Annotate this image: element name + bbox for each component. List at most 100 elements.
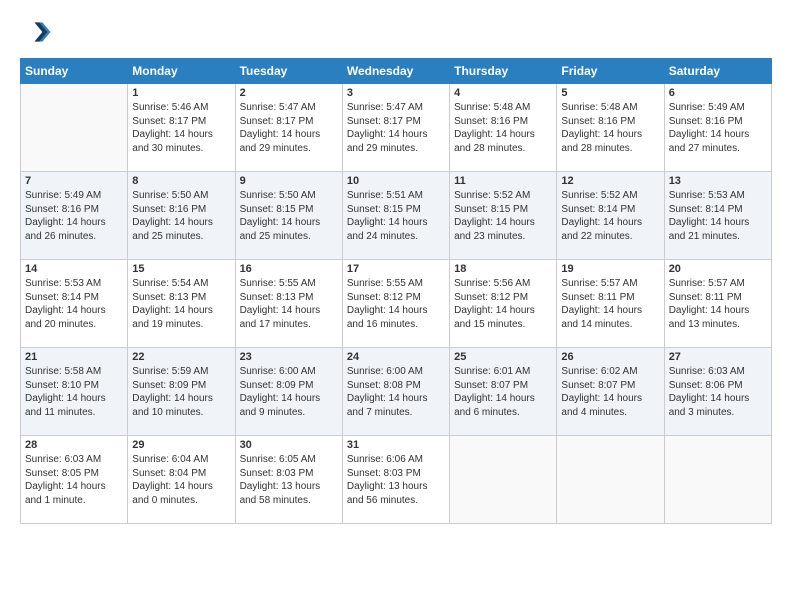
calendar-cell: 31Sunrise: 6:06 AM Sunset: 8:03 PM Dayli… [342,436,449,524]
day-number: 31 [347,439,445,451]
calendar-cell: 9 Sunrise: 5:50 AM Sunset: 8:15 PM Daylig… [235,172,342,260]
calendar-cell: 26Sunrise: 6:02 AM Sunset: 8:07 PM Dayli… [557,348,664,436]
cell-content: Sunrise: 5:58 AM Sunset: 8:10 PM Dayligh… [25,365,123,419]
calendar-cell: 21 Sunrise: 5:58 AM Sunset: 8:10 PM Dayli… [21,348,128,436]
calendar-cell: 3 Sunrise: 5:47 AM Sunset: 8:17 PM Daylig… [342,84,449,172]
cell-content: Sunrise: 5:51 AM Sunset: 8:15 PM Dayligh… [347,189,445,243]
calendar-cell [21,84,128,172]
cell-content: Sunrise: 5:53 AM Sunset: 8:14 PM Dayligh… [669,189,767,243]
calendar-cell: 10 Sunrise: 5:51 AM Sunset: 8:15 PM Dayli… [342,172,449,260]
day-number: 20 [669,263,767,275]
cell-content: Sunrise: 5:55 AM Sunset: 8:12 PM Dayligh… [347,277,445,331]
cell-content: Sunrise: 6:04 AM Sunset: 8:04 PM Dayligh… [132,453,230,507]
day-number: 19 [561,263,659,275]
day-number: 22 [132,351,230,363]
col-header-tuesday: Tuesday [235,59,342,84]
logo-icon [20,16,52,48]
week-row-5: 28 Sunrise: 6:03 AM Sunset: 8:05 PM Dayli… [21,436,772,524]
calendar-table: SundayMondayTuesdayWednesdayThursdayFrid… [20,58,772,524]
cell-content: Sunrise: 6:00 AM Sunset: 8:09 PM Dayligh… [240,365,338,419]
calendar-cell: 20Sunrise: 5:57 AM Sunset: 8:11 PM Dayli… [664,260,771,348]
calendar-cell: 4 Sunrise: 5:48 AM Sunset: 8:16 PM Daylig… [450,84,557,172]
day-number: 5 [561,87,659,99]
calendar-cell: 12Sunrise: 5:52 AM Sunset: 8:14 PM Dayli… [557,172,664,260]
calendar-cell: 15 Sunrise: 5:54 AM Sunset: 8:13 PM Dayli… [128,260,235,348]
day-number: 15 [132,263,230,275]
day-number: 25 [454,351,552,363]
cell-content: Sunrise: 6:03 AM Sunset: 8:05 PM Dayligh… [25,453,123,507]
calendar-cell [557,436,664,524]
cell-content: Sunrise: 5:59 AM Sunset: 8:09 PM Dayligh… [132,365,230,419]
day-number: 3 [347,87,445,99]
calendar-cell: 28 Sunrise: 6:03 AM Sunset: 8:05 PM Dayli… [21,436,128,524]
cell-content: Sunrise: 6:03 AM Sunset: 8:06 PM Dayligh… [669,365,767,419]
col-header-wednesday: Wednesday [342,59,449,84]
calendar-cell: 17 Sunrise: 5:55 AM Sunset: 8:12 PM Dayli… [342,260,449,348]
calendar-cell: 27 Sunrise: 6:03 AM Sunset: 8:06 PM Dayli… [664,348,771,436]
calendar-cell: 8 Sunrise: 5:50 AM Sunset: 8:16 PM Daylig… [128,172,235,260]
day-number: 1 [132,87,230,99]
col-header-thursday: Thursday [450,59,557,84]
calendar-cell: 14 Sunrise: 5:53 AM Sunset: 8:14 PM Dayli… [21,260,128,348]
calendar-cell: 2Sunrise: 5:47 AM Sunset: 8:17 PM Daylig… [235,84,342,172]
header [20,16,772,48]
week-row-2: 7Sunrise: 5:49 AM Sunset: 8:16 PM Daylig… [21,172,772,260]
cell-content: Sunrise: 5:49 AM Sunset: 8:16 PM Dayligh… [669,101,767,155]
cell-content: Sunrise: 5:53 AM Sunset: 8:14 PM Dayligh… [25,277,123,331]
cell-content: Sunrise: 5:55 AM Sunset: 8:13 PM Dayligh… [240,277,338,331]
calendar-cell: 18Sunrise: 5:56 AM Sunset: 8:12 PM Dayli… [450,260,557,348]
day-number: 24 [347,351,445,363]
day-number: 8 [132,175,230,187]
col-header-monday: Monday [128,59,235,84]
col-header-saturday: Saturday [664,59,771,84]
cell-content: Sunrise: 5:56 AM Sunset: 8:12 PM Dayligh… [454,277,552,331]
page: SundayMondayTuesdayWednesdayThursdayFrid… [0,0,792,534]
calendar-cell: 16 Sunrise: 5:55 AM Sunset: 8:13 PM Dayli… [235,260,342,348]
cell-content: Sunrise: 6:00 AM Sunset: 8:08 PM Dayligh… [347,365,445,419]
cell-content: Sunrise: 5:49 AM Sunset: 8:16 PM Dayligh… [25,189,123,243]
day-number: 23 [240,351,338,363]
calendar-cell: 19 Sunrise: 5:57 AM Sunset: 8:11 PM Dayli… [557,260,664,348]
day-number: 12 [561,175,659,187]
col-header-friday: Friday [557,59,664,84]
day-number: 10 [347,175,445,187]
calendar-cell: 24 Sunrise: 6:00 AM Sunset: 8:08 PM Dayli… [342,348,449,436]
week-row-4: 21 Sunrise: 5:58 AM Sunset: 8:10 PM Dayli… [21,348,772,436]
day-number: 4 [454,87,552,99]
day-number: 26 [561,351,659,363]
week-row-3: 14 Sunrise: 5:53 AM Sunset: 8:14 PM Dayli… [21,260,772,348]
day-number: 27 [669,351,767,363]
calendar-cell [664,436,771,524]
cell-content: Sunrise: 6:05 AM Sunset: 8:03 PM Dayligh… [240,453,338,507]
calendar-cell: 30 Sunrise: 6:05 AM Sunset: 8:03 PM Dayli… [235,436,342,524]
cell-content: Sunrise: 5:48 AM Sunset: 8:16 PM Dayligh… [454,101,552,155]
logo [20,16,56,48]
cell-content: Sunrise: 5:50 AM Sunset: 8:16 PM Dayligh… [132,189,230,243]
calendar-cell: 29 Sunrise: 6:04 AM Sunset: 8:04 PM Dayli… [128,436,235,524]
cell-content: Sunrise: 5:48 AM Sunset: 8:16 PM Dayligh… [561,101,659,155]
header-row: SundayMondayTuesdayWednesdayThursdayFrid… [21,59,772,84]
cell-content: Sunrise: 5:54 AM Sunset: 8:13 PM Dayligh… [132,277,230,331]
calendar-cell: 11Sunrise: 5:52 AM Sunset: 8:15 PM Dayli… [450,172,557,260]
day-number: 21 [25,351,123,363]
day-number: 13 [669,175,767,187]
day-number: 28 [25,439,123,451]
cell-content: Sunrise: 5:47 AM Sunset: 8:17 PM Dayligh… [347,101,445,155]
calendar-cell: 13 Sunrise: 5:53 AM Sunset: 8:14 PM Dayli… [664,172,771,260]
calendar-cell: 7Sunrise: 5:49 AM Sunset: 8:16 PM Daylig… [21,172,128,260]
day-number: 29 [132,439,230,451]
cell-content: Sunrise: 5:50 AM Sunset: 8:15 PM Dayligh… [240,189,338,243]
day-number: 16 [240,263,338,275]
col-header-sunday: Sunday [21,59,128,84]
calendar-cell: 25Sunrise: 6:01 AM Sunset: 8:07 PM Dayli… [450,348,557,436]
cell-content: Sunrise: 5:52 AM Sunset: 8:15 PM Dayligh… [454,189,552,243]
calendar-cell: 1Sunrise: 5:46 AM Sunset: 8:17 PM Daylig… [128,84,235,172]
day-number: 14 [25,263,123,275]
day-number: 30 [240,439,338,451]
day-number: 9 [240,175,338,187]
calendar-cell: 22 Sunrise: 5:59 AM Sunset: 8:09 PM Dayli… [128,348,235,436]
cell-content: Sunrise: 5:57 AM Sunset: 8:11 PM Dayligh… [561,277,659,331]
day-number: 2 [240,87,338,99]
calendar-cell: 5 Sunrise: 5:48 AM Sunset: 8:16 PM Daylig… [557,84,664,172]
day-number: 17 [347,263,445,275]
